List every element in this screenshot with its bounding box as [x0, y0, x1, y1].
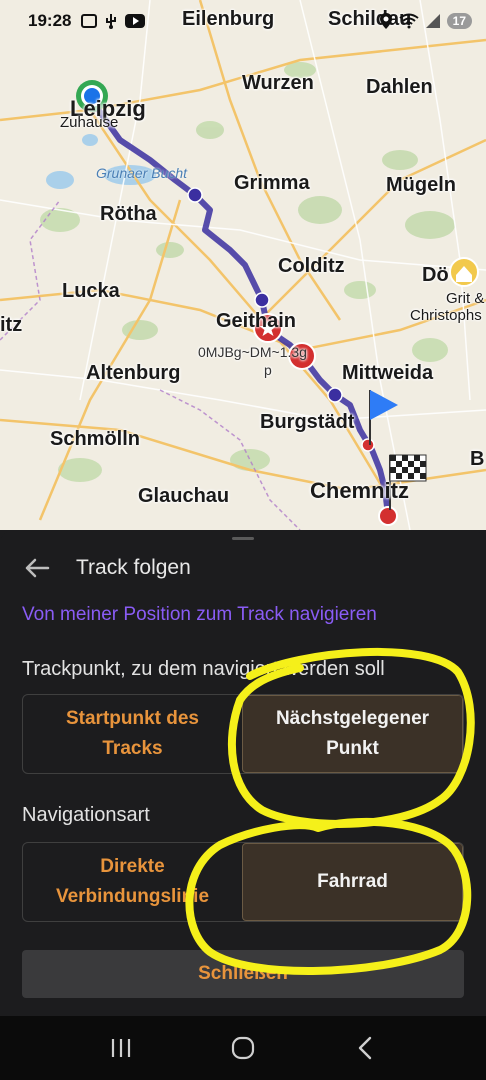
city-mittweida: Mittweida [342, 362, 434, 384]
city-dobeln: Dö [422, 264, 449, 286]
wifi-icon [399, 13, 419, 29]
city-mugeln: Mügeln [386, 174, 456, 196]
city-glauchau: Glauchau [138, 485, 230, 507]
city-rotha: Rötha [100, 203, 157, 225]
recent-apps-icon [111, 1039, 131, 1057]
youtube-icon [125, 14, 146, 28]
recent-apps-button[interactable] [101, 1028, 141, 1068]
location-icon [379, 13, 392, 29]
option-direct-line[interactable]: Direkte Verbindungslinie [23, 843, 242, 921]
system-nav-bar [0, 1016, 486, 1080]
city-schmolln: Schmölln [50, 428, 141, 450]
sheet-title: Track folgen [76, 556, 191, 579]
city-chemnitz: Chemnitz [310, 478, 409, 503]
map-view[interactable]: Eilenburg Schildau Leipzig Zuhause Wurze… [0, 0, 486, 530]
sheet-header: Track folgen [0, 550, 486, 586]
trackpoint-selector: Startpunkt des Tracks Nächstgelegener Pu… [22, 694, 464, 774]
close-button-label: Schließen [198, 963, 288, 984]
option-nearest-point-label: Nächstgelegener Punkt [275, 708, 430, 759]
option-track-start-label: Startpunkt des Tracks [65, 708, 200, 759]
label-christophs: Christophs [410, 307, 482, 324]
option-nearest-point[interactable]: Nächstgelegener Punkt [242, 695, 463, 773]
option-bicycle-label: Fahrrad [317, 871, 388, 892]
back-chevron-icon [358, 1036, 372, 1060]
status-time: 19:28 [28, 11, 72, 30]
city-wurzen: Wurzen [242, 72, 314, 94]
city-itz: itz [0, 314, 23, 336]
city-grimma: Grimma [234, 172, 310, 194]
usb-icon [106, 14, 117, 29]
label-grit: Grit & [446, 290, 485, 307]
navigate-to-track-link[interactable]: Von meiner Position zum Track navigieren [22, 604, 377, 626]
city-altenburg: Altenburg [86, 362, 181, 384]
city-geithain: Geithain [216, 310, 297, 332]
home-button[interactable] [223, 1028, 263, 1068]
signal-icon [425, 14, 440, 28]
arrow-left-icon [25, 558, 50, 578]
option-track-start[interactable]: Startpunkt des Tracks [23, 695, 242, 773]
city-dahlen: Dahlen [366, 76, 433, 98]
status-system-icons: 17 [379, 12, 472, 30]
navtype-selector: Direkte Verbindungslinie Fahrrad [22, 842, 464, 922]
label-zuhause: Zuhause [60, 114, 119, 131]
city-b: B [470, 448, 485, 470]
battery-indicator: 17 [446, 13, 472, 29]
back-button[interactable] [22, 553, 52, 583]
status-bar: 19:28 17 [0, 0, 486, 42]
home-icon [231, 1036, 255, 1060]
city-burgstadt: Burgstädt [260, 411, 355, 433]
back-nav-button[interactable] [345, 1028, 385, 1068]
water-label: Grunaer Bucht [96, 165, 188, 181]
city-lucka: Lucka [62, 280, 120, 302]
screenshot-icon [81, 14, 98, 28]
trackpoint-label: Trackpunkt, zu dem navigiert werden soll [22, 658, 385, 680]
option-direct-line-label: Direkte Verbindungslinie [55, 856, 210, 907]
drag-handle[interactable] [232, 537, 254, 540]
track-follow-sheet: Track folgen Von meiner Position zum Tra… [0, 530, 486, 1016]
waypoint-label: 0MJBg~DM~1.3g [198, 344, 307, 360]
status-notification-icons [81, 13, 146, 29]
city-colditz: Colditz [278, 255, 345, 277]
close-button[interactable]: Schließen [22, 950, 464, 998]
option-bicycle[interactable]: Fahrrad [242, 843, 463, 921]
navtype-label: Navigationsart [22, 804, 150, 826]
waypoint-label-2: p [264, 362, 272, 378]
